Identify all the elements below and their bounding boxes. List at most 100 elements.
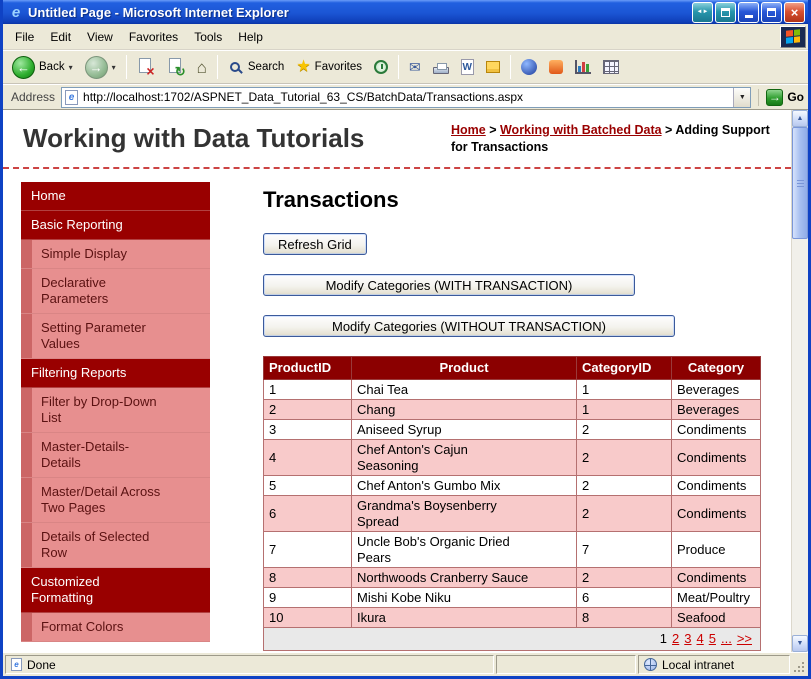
grid-cell: 4 — [263, 439, 352, 476]
capture-window-button[interactable] — [715, 1, 736, 23]
menu-item-tools[interactable]: Tools — [186, 26, 230, 48]
sidebar-item-declarative-parameters[interactable]: Declarative Parameters — [21, 269, 210, 314]
sidebar-item-box: Format Colors — [32, 613, 210, 641]
sidebar-indent-stripe — [21, 269, 32, 313]
sidebar-section-customized-formatting[interactable]: Customized Formatting — [21, 568, 210, 613]
pager-page-3[interactable]: 3 — [684, 631, 691, 646]
sidebar-item-master-details-details[interactable]: Master-Details-Details — [21, 433, 210, 478]
grid-pager-row: 1 2 3 4 5... >> — [263, 627, 761, 651]
sidebar-item-filter-by-drop-down-list[interactable]: Filter by Drop-Down List — [21, 388, 210, 433]
sidebar-item-label: Declarative Parameters — [41, 275, 109, 306]
messenger-button[interactable] — [516, 57, 542, 77]
sidebar-section-home[interactable]: Home — [21, 182, 210, 211]
sidebar-item-setting-parameter-values[interactable]: Setting Parameter Values — [21, 314, 210, 359]
history-button[interactable] — [369, 58, 393, 76]
grid-cell: Condiments — [671, 567, 761, 588]
print-button[interactable] — [428, 58, 454, 76]
pager-page-5[interactable]: 5 — [709, 631, 716, 646]
menu-item-file[interactable]: File — [7, 26, 42, 48]
sidebar-item-box: Simple Display — [32, 240, 210, 268]
grid-cell: 9 — [263, 587, 352, 608]
go-label: Go — [787, 90, 804, 104]
sidebar-item-simple-display[interactable]: Simple Display — [21, 240, 210, 269]
grid-cell: Mishi Kobe Niku — [351, 587, 577, 608]
browser-viewport: Working with Data Tutorials Home > Worki… — [3, 110, 808, 652]
sidebar-section-basic-reporting[interactable]: Basic Reporting — [21, 211, 210, 240]
pager-next-link[interactable]: >> — [737, 631, 752, 646]
menu-item-favorites[interactable]: Favorites — [121, 26, 186, 48]
forward-dropdown-icon[interactable]: ▾ — [112, 63, 116, 72]
scrollbar-track[interactable] — [792, 127, 808, 635]
status-text: Done — [27, 657, 56, 672]
resize-grip[interactable] — [792, 655, 806, 674]
grid-cell: Condiments — [671, 419, 761, 440]
capture-arrows-button[interactable]: ◄► — [692, 1, 713, 23]
scroll-down-button[interactable]: ▼ — [792, 635, 808, 652]
table-row: 7 Uncle Bob's Organic Dried Pears 7 Produce — [263, 531, 761, 568]
print-icon — [432, 63, 449, 74]
sidebar-item-box: Declarative Parameters — [32, 269, 210, 313]
sidebar-nav: Home Basic Reporting Simple Display Declara… — [21, 182, 210, 642]
chart-tool-button[interactable] — [570, 58, 596, 76]
vertical-scrollbar[interactable]: ▲ ▼ — [791, 110, 808, 652]
breadcrumb-section-link[interactable]: Working with Batched Data — [500, 123, 662, 137]
grid-cell: Meat/Poultry — [671, 587, 761, 608]
menu-item-view[interactable]: View — [79, 26, 121, 48]
pager-ellipsis-link[interactable]: ... — [721, 631, 732, 646]
title-bar[interactable]: e Untitled Page - Microsoft Internet Exp… — [3, 0, 808, 24]
grid-cell: Beverages — [671, 399, 761, 420]
grid-cell: 2 — [576, 419, 672, 440]
sidebar-item-master-detail-across-two-pages[interactable]: Master/Detail Across Two Pages — [21, 478, 210, 523]
back-dropdown-icon[interactable]: ▾ — [69, 63, 73, 72]
grid-cell: 6 — [263, 495, 352, 532]
windows-flag-icon — [780, 25, 806, 48]
edit-button[interactable]: W — [456, 57, 479, 77]
toolbar-separator — [216, 55, 218, 79]
sidebar-item-format-colors[interactable]: Format Colors — [21, 613, 210, 642]
refresh-grid-button[interactable]: Refresh Grid — [263, 233, 367, 255]
modify-without-transaction-button[interactable]: Modify Categories (WITHOUT TRANSACTION) — [263, 315, 675, 337]
mail-button[interactable]: ✉ — [404, 58, 426, 76]
grid-cell: 2 — [576, 439, 672, 476]
favorites-label: Favorites — [314, 61, 362, 73]
sidebar-item-box: Setting Parameter Values — [32, 314, 210, 358]
menu-item-help[interactable]: Help — [230, 26, 271, 48]
favorites-button[interactable]: ★ Favorites — [291, 57, 367, 77]
refresh-button[interactable]: ↻ — [162, 56, 190, 78]
sidebar-item-details-of-selected-row[interactable]: Details of Selected Row — [21, 523, 210, 568]
discuss-button[interactable] — [481, 59, 505, 75]
modify-with-transaction-button[interactable]: Modify Categories (WITH TRANSACTION) — [263, 274, 635, 296]
minimize-button[interactable] — [738, 1, 759, 23]
menu-item-edit[interactable]: Edit — [42, 26, 79, 48]
menu-bar-items: File Edit View Favorites Tools Help — [7, 26, 780, 48]
pager-page-4[interactable]: 4 — [697, 631, 704, 646]
research-button[interactable] — [544, 58, 568, 76]
scroll-up-button[interactable]: ▲ — [792, 110, 808, 127]
forward-button[interactable]: → ▾ — [80, 54, 121, 81]
scrollbar-thumb[interactable] — [792, 127, 808, 239]
sidebar-item-label: Setting Parameter Values — [41, 320, 146, 351]
search-button[interactable]: Search — [223, 58, 289, 76]
home-button[interactable]: ⌂ — [192, 57, 212, 78]
pager-page-2[interactable]: 2 — [672, 631, 679, 646]
table-row: 9 Mishi Kobe Niku 6 Meat/Poultry — [263, 587, 761, 608]
grid-cell: Condiments — [671, 475, 761, 496]
arrows-icon: ◄► — [696, 9, 709, 15]
maximize-button[interactable] — [761, 1, 782, 23]
close-button[interactable]: × — [784, 1, 805, 23]
sidebar-section-filtering-reports[interactable]: Filtering Reports — [21, 359, 210, 388]
window-controls: ◄► × — [692, 1, 805, 23]
address-dropdown-button[interactable]: ▼ — [733, 87, 751, 107]
grid-cell: 1 — [576, 379, 672, 400]
grid-cell: 2 — [263, 399, 352, 420]
back-button[interactable]: ← Back ▾ — [7, 54, 78, 81]
address-input[interactable]: e http://localhost:1702/ASPNET_Data_Tuto… — [61, 86, 752, 108]
sidebar-item-label: Filter by Drop-Down List — [41, 394, 157, 425]
grid-cell: Chef Anton's Gumbo Mix — [351, 475, 577, 496]
stop-button[interactable]: × — [132, 56, 160, 78]
go-button[interactable]: → Go — [758, 88, 804, 106]
table-row: 1 Chai Tea 1 Beverages — [263, 379, 761, 400]
grid-tool-button[interactable] — [598, 58, 624, 76]
breadcrumb-home-link[interactable]: Home — [451, 123, 486, 137]
address-url[interactable]: http://localhost:1702/ASPNET_Data_Tutori… — [83, 90, 733, 104]
